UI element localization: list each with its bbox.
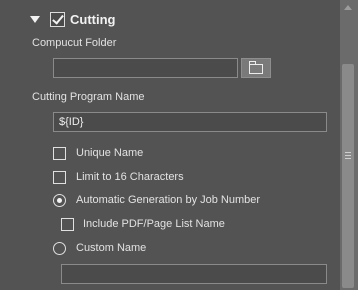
grip-line [345, 155, 351, 156]
folder-icon [249, 61, 263, 74]
checkmark-icon [52, 11, 64, 25]
limit-16-option[interactable]: Limit to 16 Characters [53, 169, 184, 185]
collapse-triangle-icon[interactable] [30, 15, 40, 23]
limit-16-label: Limit to 16 Characters [76, 171, 184, 183]
scrollbar-thumb[interactable] [342, 64, 354, 288]
unique-name-label: Unique Name [76, 147, 144, 159]
limit-16-checkbox[interactable] [53, 170, 66, 184]
custom-name-option[interactable]: Custom Name [53, 240, 146, 256]
cutting-settings-panel: Cutting Compucut Folder Cutting Program … [0, 0, 340, 290]
include-pdf-checkbox[interactable] [61, 217, 74, 231]
cutting-enable-checkbox[interactable] [50, 11, 65, 27]
grip-line [345, 158, 351, 159]
custom-name-label: Custom Name [76, 242, 147, 254]
vertical-scrollbar[interactable] [340, 0, 358, 290]
compucut-folder-input[interactable] [53, 58, 238, 78]
include-pdf-option[interactable]: Include PDF/Page List Name [61, 216, 225, 232]
cutting-program-name-input[interactable]: ${ID} [53, 112, 327, 132]
unique-name-checkbox[interactable] [53, 146, 66, 160]
cutting-program-name-label: Cutting Program Name [32, 91, 145, 103]
compucut-folder-label: Compucut Folder [32, 37, 117, 49]
browse-folder-button[interactable] [241, 58, 271, 78]
unique-name-option[interactable]: Unique Name [53, 145, 143, 161]
custom-name-input[interactable] [61, 264, 327, 284]
scroll-up-arrow-icon[interactable] [344, 5, 352, 10]
auto-generation-label: Automatic Generation by Job Number [76, 194, 261, 206]
include-pdf-label: Include PDF/Page List Name [83, 218, 225, 230]
section-title: Cutting [70, 11, 116, 27]
grip-line [345, 152, 351, 153]
auto-generation-radio[interactable] [53, 193, 66, 207]
cutting-section-header: Cutting [30, 9, 115, 29]
custom-name-radio[interactable] [53, 241, 66, 255]
auto-generation-option[interactable]: Automatic Generation by Job Number [53, 192, 260, 208]
